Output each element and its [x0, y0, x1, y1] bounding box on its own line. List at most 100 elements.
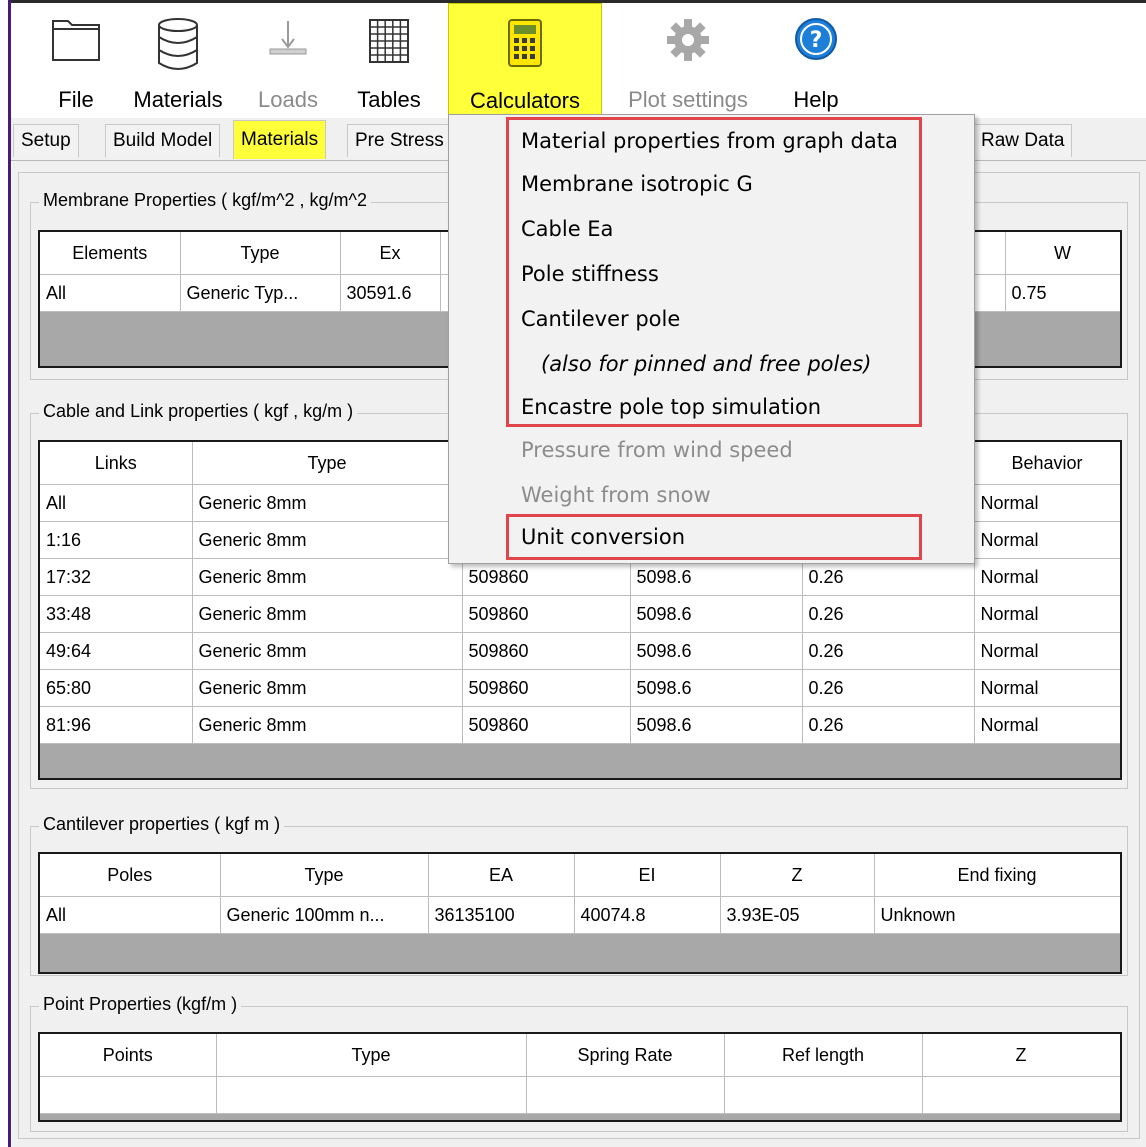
cell-value[interactable]: 0.26	[802, 669, 975, 707]
col-header-elements[interactable]: Elements	[40, 232, 181, 275]
table-row[interactable]: 65:80 Generic 8mm 509860 5098.6 0.26 Normal	[40, 669, 1120, 707]
tab-build-model[interactable]: Build Model	[105, 124, 221, 157]
load-arrow-icon	[266, 17, 310, 72]
plot-settings-label: Plot settings	[628, 87, 748, 112]
col-header-spring-rate[interactable]: Spring Rate	[526, 1034, 725, 1077]
col-header-ei[interactable]: EI	[574, 854, 721, 897]
tables-button[interactable]: Tables	[349, 3, 429, 115]
help-button[interactable]: ? Help	[781, 3, 851, 115]
cell-ei[interactable]: 40074.8	[574, 896, 721, 934]
cell-behavior[interactable]: Normal	[974, 669, 1120, 707]
cell-ea[interactable]: 36135100	[428, 896, 575, 934]
calculators-button[interactable]: Calculators	[448, 3, 602, 117]
cell-links[interactable]: 65:80	[40, 669, 193, 707]
grid-table-icon	[367, 17, 411, 70]
col-header-type[interactable]: Type	[216, 1034, 527, 1077]
cell-value[interactable]: 509860	[462, 558, 631, 596]
cell-links[interactable]: 49:64	[40, 632, 193, 670]
menu-item-weight-from-snow: Weight from snow	[521, 483, 711, 507]
table-row[interactable]: 17:32 Generic 8mm 509860 5098.6 0.26 Normal	[40, 558, 1120, 596]
cantilever-grid[interactable]: Poles Type EA EI Z End fixing All Generi…	[38, 852, 1122, 974]
table-row[interactable]: 49:64 Generic 8mm 509860 5098.6 0.26 Normal	[40, 632, 1120, 670]
col-header-points[interactable]: Points	[40, 1034, 217, 1077]
col-header-end-fixing[interactable]: End fixing	[874, 854, 1120, 897]
cell-behavior[interactable]: Normal	[974, 484, 1120, 522]
col-header-links[interactable]: Links	[40, 442, 193, 485]
tab-pre-stress[interactable]: Pre Stress	[347, 124, 452, 157]
cell-value[interactable]: 0.26	[802, 558, 975, 596]
cell-type[interactable]: Generic 100mm n...	[220, 896, 429, 934]
cell-value[interactable]: 0.26	[802, 706, 975, 744]
tab-materials[interactable]: Materials	[233, 120, 327, 159]
loads-label: Loads	[258, 87, 318, 112]
cell-value[interactable]: 5098.6	[630, 558, 803, 596]
cell-value[interactable]: 5098.6	[630, 632, 803, 670]
cell-behavior[interactable]: Normal	[974, 632, 1120, 670]
file-button[interactable]: File	[41, 3, 111, 115]
cell-links[interactable]: 1:16	[40, 521, 193, 559]
col-header-z[interactable]: Z	[720, 854, 875, 897]
col-header-z[interactable]: Z	[922, 1034, 1120, 1077]
cell-empty[interactable]	[922, 1076, 1120, 1114]
cell-type[interactable]: Generic 8mm	[192, 595, 463, 633]
cell-behavior[interactable]: Normal	[974, 706, 1120, 744]
col-header-w[interactable]: W	[1005, 232, 1120, 275]
col-header-type[interactable]: Type	[192, 442, 463, 485]
cell-w[interactable]: 0.75	[1005, 274, 1120, 312]
cell-value[interactable]: 5098.6	[630, 595, 803, 633]
cell-ex[interactable]: 30591.6	[340, 274, 441, 312]
materials-button[interactable]: Materials	[123, 3, 233, 115]
cell-value[interactable]: 509860	[462, 632, 631, 670]
tab-raw-data[interactable]: Raw Data	[973, 124, 1073, 157]
cell-type[interactable]: Generic 8mm	[192, 484, 463, 522]
cell-value[interactable]: 0.26	[802, 632, 975, 670]
cell-links[interactable]: 17:32	[40, 558, 193, 596]
cell-behavior[interactable]: Normal	[974, 595, 1120, 633]
cell-type[interactable]: Generic 8mm	[192, 521, 463, 559]
plot-settings-button[interactable]: Plot settings	[613, 3, 763, 115]
point-grid[interactable]: Points Type Spring Rate Ref length Z	[38, 1032, 1122, 1122]
cell-type[interactable]: Generic 8mm	[192, 558, 463, 596]
col-header-ref-length[interactable]: Ref length	[724, 1034, 923, 1077]
col-header-type[interactable]: Type	[220, 854, 429, 897]
cell-value[interactable]: 509860	[462, 595, 631, 633]
cell-links[interactable]: 33:48	[40, 595, 193, 633]
table-row[interactable]	[40, 1076, 1120, 1114]
cell-type[interactable]: Generic Typ...	[180, 274, 341, 312]
loads-button[interactable]: Loads	[243, 3, 333, 115]
cell-empty[interactable]	[40, 1076, 217, 1114]
cell-value[interactable]: 509860	[462, 706, 631, 744]
cell-empty[interactable]	[724, 1076, 923, 1114]
tables-label: Tables	[357, 87, 421, 112]
col-header-poles[interactable]: Poles	[40, 854, 221, 897]
cell-value[interactable]: 5098.6	[630, 669, 803, 707]
col-header-behavior[interactable]: Behavior	[974, 442, 1120, 485]
cell-behavior[interactable]: Normal	[974, 558, 1120, 596]
cell-behavior[interactable]: Normal	[974, 521, 1120, 559]
col-header-ea[interactable]: EA	[428, 854, 575, 897]
cell-value[interactable]: 0.26	[802, 595, 975, 633]
cell-links[interactable]: All	[40, 484, 193, 522]
menu-item-pressure-from-wind-speed: Pressure from wind speed	[521, 438, 793, 462]
table-row[interactable]: 81:96 Generic 8mm 509860 5098.6 0.26 Normal	[40, 706, 1120, 744]
help-label: Help	[793, 87, 839, 112]
tab-setup[interactable]: Setup	[13, 124, 79, 157]
cell-type[interactable]: Generic 8mm	[192, 669, 463, 707]
cell-end-fixing[interactable]: Unknown	[874, 896, 1120, 934]
table-row[interactable]: 33:48 Generic 8mm 509860 5098.6 0.26 Normal	[40, 595, 1120, 633]
membrane-group-title: Membrane Properties ( kgf/m^2 , kg/m^2	[39, 190, 371, 211]
cell-empty[interactable]	[216, 1076, 527, 1114]
cell-links[interactable]: 81:96	[40, 706, 193, 744]
col-header-ex[interactable]: Ex	[340, 232, 441, 275]
col-header-type[interactable]: Type	[180, 232, 341, 275]
cell-type[interactable]: Generic 8mm	[192, 706, 463, 744]
cell-type[interactable]: Generic 8mm	[192, 632, 463, 670]
cell-value[interactable]: 509860	[462, 669, 631, 707]
cell-z[interactable]: 3.93E-05	[720, 896, 875, 934]
cell-value[interactable]: 5098.6	[630, 706, 803, 744]
folder-icon	[50, 17, 102, 68]
cell-poles[interactable]: All	[40, 896, 221, 934]
cell-empty[interactable]	[526, 1076, 725, 1114]
cell-elements[interactable]: All	[40, 274, 181, 312]
table-row[interactable]: All Generic 100mm n... 36135100 40074.8 …	[40, 896, 1120, 934]
